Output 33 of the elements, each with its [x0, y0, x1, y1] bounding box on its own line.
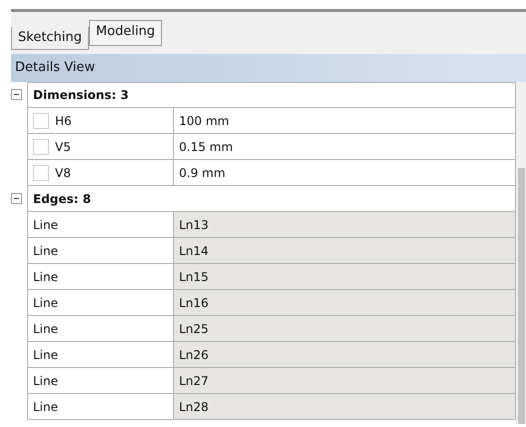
tab[interactable]: Sketching: [11, 27, 89, 50]
property-name: Line: [33, 294, 58, 312]
property-value: Ln16: [173, 290, 516, 316]
property-name: Line: [33, 216, 58, 234]
property-name: Line: [33, 372, 58, 390]
collapse-icon[interactable]: [11, 89, 22, 100]
property-value: Ln25: [173, 316, 516, 342]
scrollbar[interactable]: [516, 82, 526, 424]
property-value: Ln28: [173, 394, 516, 420]
property-name: V5: [55, 138, 71, 156]
property-value: 100 mm: [173, 108, 516, 134]
property-name: Line: [33, 268, 58, 286]
property-name: Line: [33, 398, 58, 416]
panel-title: Details View: [11, 54, 526, 82]
group-header: Dimensions: 3: [27, 82, 516, 108]
checkbox[interactable]: [33, 138, 49, 154]
property-value: Ln27: [173, 368, 516, 394]
property-name: H6: [55, 112, 72, 130]
property-value: 0.15 mm: [173, 134, 516, 160]
property-value: Ln13: [173, 212, 516, 238]
property-name: V8: [55, 164, 71, 182]
property-value: 0.9 mm: [173, 160, 516, 186]
property-name: Line: [33, 346, 58, 364]
checkbox[interactable]: [33, 112, 49, 128]
property-value: Ln26: [173, 342, 516, 368]
collapse-icon[interactable]: [11, 193, 22, 204]
property-value: Ln15: [173, 264, 516, 290]
checkbox[interactable]: [33, 164, 49, 180]
property-value: Ln14: [173, 238, 516, 264]
tab[interactable]: Modeling: [88, 20, 162, 46]
scroll-thumb[interactable]: [518, 168, 525, 424]
property-name: Line: [33, 242, 58, 260]
property-name: Line: [33, 320, 58, 338]
